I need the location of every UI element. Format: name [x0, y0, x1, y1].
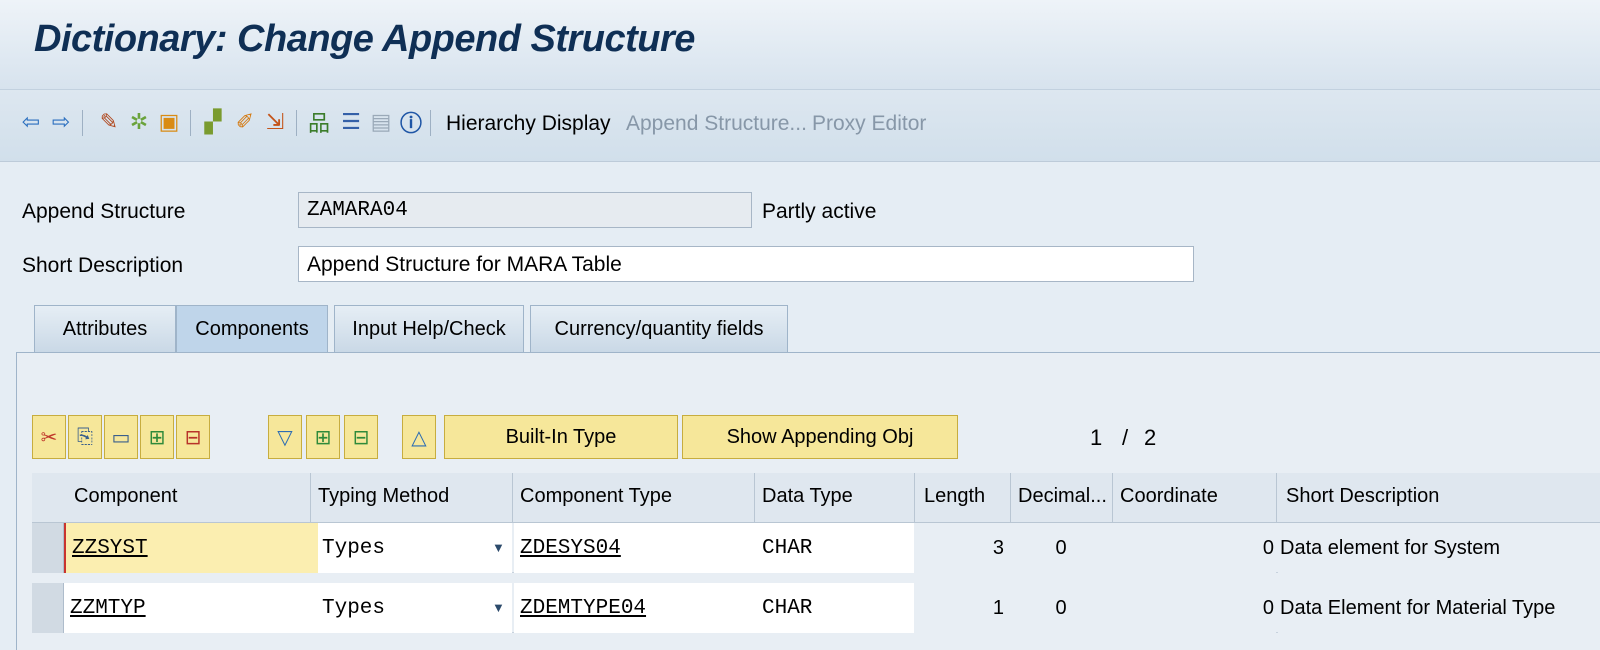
- column-header-decimals[interactable]: Decimal...: [1018, 485, 1107, 508]
- tab-components[interactable]: Components: [176, 305, 328, 353]
- column-header-typing-method[interactable]: Typing Method: [318, 485, 449, 508]
- column-header-short-description[interactable]: Short Description: [1286, 485, 1439, 508]
- column-header-coordinate[interactable]: Coordinate: [1120, 485, 1218, 508]
- first-page-icon[interactable]: △: [402, 415, 436, 459]
- object-list-icon[interactable]: ☰: [338, 107, 364, 137]
- decimals-cell: 0: [1010, 583, 1112, 633]
- hierarchy-icon[interactable]: 品: [306, 107, 332, 137]
- display-change-icon[interactable]: ✎: [96, 107, 122, 137]
- column-header-length[interactable]: Length: [924, 485, 985, 508]
- show-appending-obj-button[interactable]: Show Appending Obj: [682, 415, 958, 459]
- append-structure-label: Append Structure: [22, 200, 186, 223]
- next-page-icon[interactable]: ⊞: [306, 415, 340, 459]
- data-type-cell[interactable]: CHAR: [754, 523, 914, 573]
- paste-icon[interactable]: ▭: [104, 415, 138, 459]
- short-description-cell: Data element for System: [1278, 523, 1600, 573]
- typing-method-cell[interactable]: Types: [318, 583, 512, 633]
- page-current: 1: [1090, 425, 1103, 450]
- component-type-cell[interactable]: ZDESYS04: [514, 523, 754, 573]
- append-structure-field: ZAMARA04: [298, 192, 752, 228]
- page-separator: /: [1122, 425, 1129, 450]
- status-text: Partly active: [762, 200, 877, 223]
- check-icon[interactable]: ▞: [200, 107, 226, 137]
- last-page-icon[interactable]: ▽: [268, 415, 302, 459]
- magic-wand-icon[interactable]: ✐: [232, 107, 258, 137]
- component-type-cell[interactable]: ZDEMTYPE04: [514, 583, 754, 633]
- decimals-cell: 0: [1010, 523, 1112, 573]
- tab-attributes[interactable]: Attributes: [34, 305, 176, 353]
- dropdown-arrow-icon[interactable]: ▼: [492, 540, 505, 555]
- component-cell[interactable]: ZZSYST: [64, 523, 318, 573]
- column-header-component-type[interactable]: Component Type: [520, 485, 672, 508]
- coordinate-cell: 0: [1112, 523, 1276, 573]
- length-cell: 1: [914, 583, 1010, 633]
- short-description-field[interactable]: Append Structure for MARA Table: [298, 246, 1194, 282]
- column-separator: [1112, 473, 1113, 523]
- column-header-component[interactable]: Component: [74, 485, 177, 508]
- short-description-label: Short Description: [22, 254, 184, 277]
- typing-method-cell[interactable]: Types: [318, 523, 512, 573]
- page-title: Dictionary: Change Append Structure: [34, 18, 695, 60]
- length-cell: 3: [914, 523, 1010, 573]
- column-separator: [1276, 473, 1277, 523]
- coordinate-cell: 0: [1112, 583, 1276, 633]
- other-object-icon[interactable]: ▣: [156, 107, 182, 137]
- toolbar-separator: [82, 110, 83, 136]
- append-structure-button[interactable]: Append Structure...: [626, 112, 807, 136]
- activate-icon[interactable]: ✲: [126, 107, 152, 137]
- back-icon[interactable]: ⇦: [18, 107, 44, 137]
- column-separator: [914, 473, 915, 523]
- where-used-icon[interactable]: ⇲: [262, 107, 288, 137]
- title-bar: Dictionary: Change Append Structure: [0, 0, 1600, 90]
- delete-row-icon[interactable]: ⊟: [176, 415, 210, 459]
- row-selector[interactable]: [32, 523, 64, 573]
- column-separator: [1010, 473, 1011, 523]
- dropdown-arrow-icon[interactable]: ▼: [492, 600, 505, 615]
- data-type-cell[interactable]: CHAR: [754, 583, 914, 633]
- info-icon[interactable]: ⓘ: [398, 107, 424, 137]
- column-separator: [310, 473, 311, 523]
- tab-input-help-check[interactable]: Input Help/Check: [334, 305, 524, 353]
- column-separator: [754, 473, 755, 523]
- hierarchy-display-button[interactable]: Hierarchy Display: [446, 112, 611, 136]
- cut-icon[interactable]: ✂: [32, 415, 66, 459]
- forward-icon[interactable]: ⇨: [48, 107, 74, 137]
- row-selector[interactable]: [32, 583, 64, 633]
- short-description-cell: Data Element for Material Type: [1278, 583, 1600, 633]
- component-cell[interactable]: ZZMTYP: [64, 583, 318, 633]
- column-separator: [512, 473, 513, 523]
- previous-page-icon[interactable]: ⊟: [344, 415, 378, 459]
- column-header-data-type[interactable]: Data Type: [762, 485, 853, 508]
- documentation-icon[interactable]: ▤: [368, 107, 394, 137]
- copy-icon[interactable]: ⎘: [68, 415, 102, 459]
- page-total: 2: [1144, 425, 1157, 450]
- built-in-type-button[interactable]: Built-In Type: [444, 415, 678, 459]
- toolbar-separator: [296, 110, 297, 136]
- tab-currency-quantity-fields[interactable]: Currency/quantity fields: [530, 305, 788, 353]
- toolbar-separator: [190, 110, 191, 136]
- insert-row-icon[interactable]: ⊞: [140, 415, 174, 459]
- proxy-editor-button[interactable]: Proxy Editor: [812, 112, 926, 136]
- toolbar-separator: [430, 110, 431, 136]
